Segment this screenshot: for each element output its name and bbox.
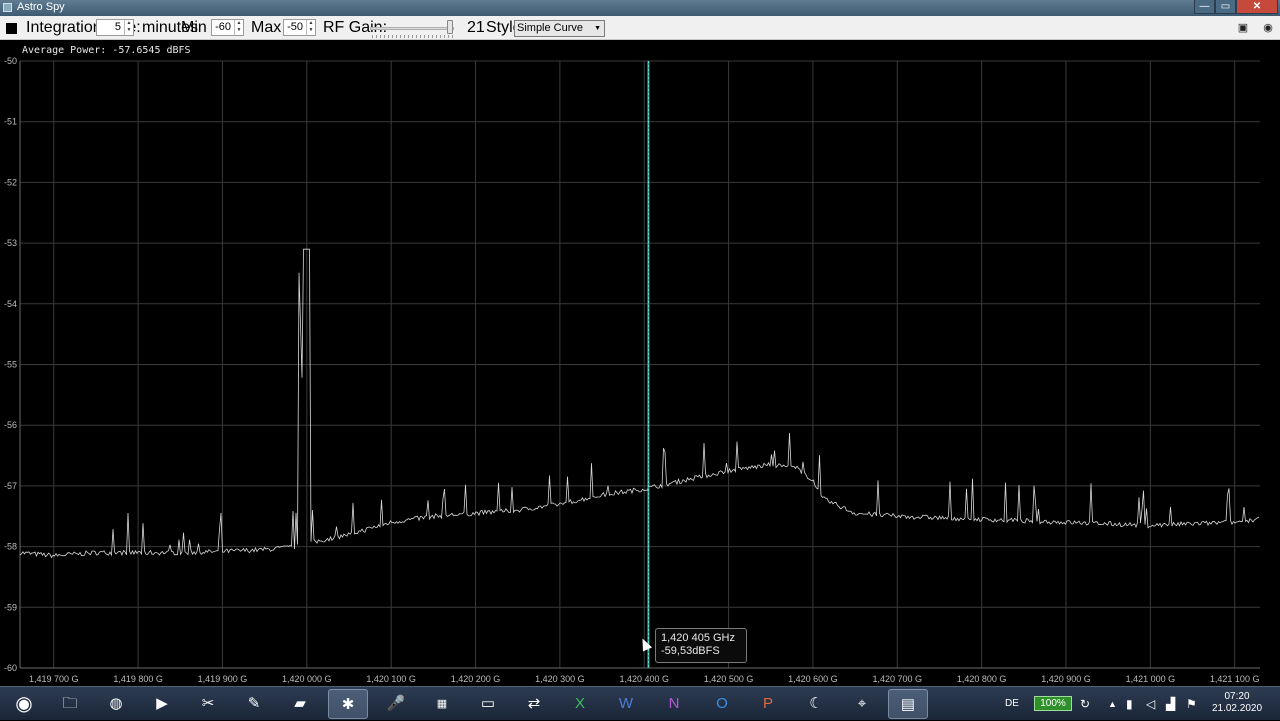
battery-indicator[interactable]: 100% [1034, 696, 1072, 711]
y-tick-label: -57 [4, 481, 17, 491]
chevron-down-icon: ▼ [594, 25, 601, 32]
rf-gain-value: 21 [467, 19, 485, 36]
maximize-button[interactable]: ▭ [1215, 0, 1236, 14]
astro-spy-taskbar-icon[interactable]: ✱ [328, 689, 368, 719]
start-button[interactable]: ◉ [2, 689, 46, 719]
show-hidden-icons[interactable]: ▲ [1108, 687, 1117, 721]
x-tick-label: 1,421 100 G [1210, 674, 1260, 684]
x-tick-label: 1,419 800 G [113, 674, 163, 684]
tooltip-power: -59,53dBFS [661, 645, 720, 657]
y-tick-label: -52 [4, 177, 17, 187]
clock[interactable]: 07:20 21.02.2020 [1211, 687, 1263, 721]
y-tick-label: -55 [4, 360, 17, 370]
spin-arrows-icon[interactable]: ▲ ▼ [234, 20, 243, 35]
media-player-icon[interactable]: ▶ [142, 689, 182, 719]
y-tick-label: -60 [4, 663, 17, 673]
y-tick-label: -56 [4, 420, 17, 430]
monitor-icon[interactable]: ▭ [468, 689, 508, 719]
rf-gain-slider-thumb[interactable] [447, 20, 453, 34]
teamviewer-icon[interactable]: ⇄ [514, 689, 554, 719]
min-y-input[interactable]: -60 ▲ ▼ [211, 19, 244, 36]
integration-time-input[interactable]: 5 ▲ ▼ [96, 19, 134, 36]
minimize-button[interactable]: — [1194, 0, 1215, 14]
x-tick-label: 1,419 700 G [29, 674, 79, 684]
network-icon[interactable]: ▟ [1166, 687, 1175, 721]
language-indicator[interactable]: DE [1005, 687, 1019, 721]
calendar-icon[interactable]: ▦ [422, 689, 462, 719]
y-tick-label: -54 [4, 299, 17, 309]
sync-icon[interactable]: ↻ [1080, 687, 1090, 721]
notes-icon[interactable]: ▰ [280, 689, 320, 719]
powerpoint-icon[interactable]: P [748, 689, 788, 719]
x-tick-label: 1,420 800 G [957, 674, 1007, 684]
x-tick-label: 1,420 200 G [451, 674, 501, 684]
rf-gain-slider-ticks [372, 35, 454, 38]
x-tick-label: 1,420 900 G [1041, 674, 1091, 684]
export-excel-icon[interactable]: ▣ [1236, 21, 1250, 35]
cursor-tooltip: 1,420 405 GHz -59,53dBFS [655, 628, 747, 663]
x-tick-label: 1,420 300 G [535, 674, 585, 684]
clock-time: 07:20 [1224, 691, 1250, 702]
y-tick-label: -50 [4, 56, 17, 66]
close-button[interactable]: ✕ [1236, 0, 1278, 14]
word-icon[interactable]: W [606, 689, 646, 719]
excel-icon[interactable]: X [560, 689, 600, 719]
y-tick-label: -59 [4, 602, 17, 612]
spin-arrows-icon[interactable]: ▲ ▼ [306, 20, 315, 35]
paint-icon[interactable]: ✎ [234, 689, 274, 719]
spectrum-plot[interactable]: -50 -51 -52 -53 -54 -55 -56 -57 -58 -59 -60 1,419 7… [0, 41, 1280, 686]
folder-icon[interactable]: 🗀 [50, 689, 90, 719]
x-tick-label: 1,420 500 G [704, 674, 754, 684]
window-title: Astro Spy [17, 1, 65, 13]
satellite-dish-icon[interactable]: ⌖ [842, 689, 882, 719]
title-bar: Astro Spy — ▭ ✕ [0, 0, 1280, 16]
x-tick-label: 1,421 000 G [1126, 674, 1176, 684]
chrome-icon[interactable]: ◍ [96, 689, 136, 719]
stop-icon[interactable] [6, 23, 17, 34]
power-icon[interactable]: ▮ [1126, 687, 1133, 721]
app-icon [3, 3, 12, 12]
chart-app-icon[interactable]: ▤ [888, 689, 928, 719]
spectrum-line [19, 248, 1260, 559]
max-y-input[interactable]: -50 ▲ ▼ [283, 19, 316, 36]
y-tick-label: -51 [4, 117, 17, 127]
x-tick-label: 1,420 100 G [366, 674, 416, 684]
snipping-tool-icon[interactable]: ✂ [188, 689, 228, 719]
taskbar: ◉ 🗀 ◍ ▶ ✂ ✎ ▰ ✱ 🎤 ▦ ▭ ⇄ X W N O P ☾ ⌖ ▤ … [0, 686, 1280, 720]
outlook-icon[interactable]: O [702, 689, 742, 719]
tooltip-frequency: 1,420 405 GHz [661, 632, 735, 644]
astronomy-app-icon[interactable]: ☾ [796, 689, 836, 719]
x-tick-label: 1,420 600 G [788, 674, 838, 684]
y-tick-label: -53 [4, 238, 17, 248]
style-select[interactable]: Simple Curve ▼ [514, 20, 605, 37]
y-tick-label: -58 [4, 542, 17, 552]
microphone-icon[interactable]: 🎤 [376, 689, 416, 719]
action-center-icon[interactable]: ⚑ [1186, 687, 1197, 721]
x-tick-label: 1,419 900 G [198, 674, 248, 684]
volume-icon[interactable]: ◁ [1146, 687, 1155, 721]
rf-gain-slider[interactable] [370, 27, 454, 30]
x-tick-label: 1,420 400 G [619, 674, 669, 684]
spin-arrows-icon[interactable]: ▲ ▼ [124, 20, 133, 35]
x-tick-label: 1,420 700 G [873, 674, 923, 684]
onenote-icon[interactable]: N [654, 689, 694, 719]
x-tick-label: 1,420 000 G [282, 674, 332, 684]
average-power-readout: Average Power: -57.6545 dBFS [22, 45, 191, 56]
spectrum-chart: -50 -51 -52 -53 -54 -55 -56 -57 -58 -59 -60 1,419 7… [4, 56, 1260, 684]
camera-icon[interactable]: ◉ [1261, 21, 1275, 35]
clock-date: 21.02.2020 [1211, 703, 1263, 714]
